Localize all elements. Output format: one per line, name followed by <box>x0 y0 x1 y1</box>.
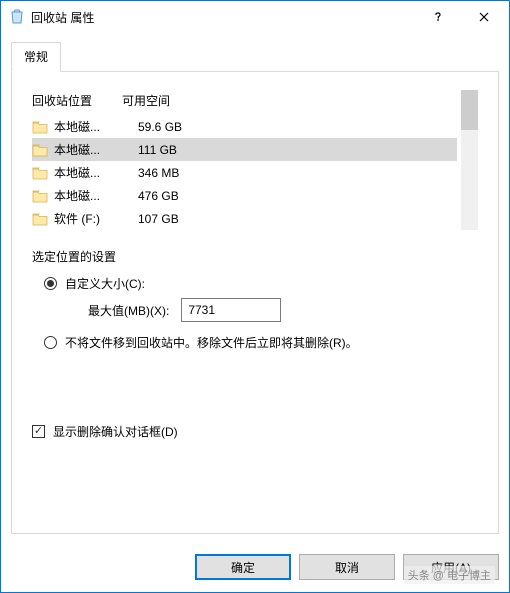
tab-strip: 常规 <box>11 41 499 72</box>
max-size-label: 最大值(MB)(X): <box>88 302 169 319</box>
radio-label: 自定义大小(C): <box>65 275 145 292</box>
drive-location: 本地磁... <box>54 164 138 181</box>
tab-general[interactable]: 常规 <box>11 42 61 72</box>
drive-row[interactable]: 本地磁...59.6 GB <box>32 115 457 138</box>
settings-section-label: 选定位置的设置 <box>32 248 478 265</box>
drive-location: 软件 (F:) <box>54 210 138 227</box>
radio-label: 不将文件移到回收站中。移除文件后立即将其删除(R)。 <box>65 334 358 351</box>
checkbox-confirm-delete[interactable]: 显示删除确认对话框(D) <box>32 423 478 440</box>
window-title: 回收站 属性 <box>31 9 415 26</box>
folder-icon <box>32 120 48 134</box>
folder-icon <box>32 212 48 226</box>
tab-panel-general: 回收站位置 可用空间 本地磁...59.6 GB本地磁...111 GB本地磁.… <box>11 72 499 534</box>
recycle-bin-icon <box>9 9 25 25</box>
drive-space: 59.6 GB <box>138 120 457 134</box>
drive-space: 346 MB <box>138 166 457 180</box>
max-size-row: 最大值(MB)(X): <box>88 298 478 322</box>
checkbox-label: 显示删除确认对话框(D) <box>53 423 178 440</box>
drive-row[interactable]: 本地磁...111 GB <box>32 138 457 161</box>
drive-row[interactable]: 本地磁...476 GB <box>32 184 457 207</box>
titlebar: 回收站 属性 <box>1 1 509 33</box>
header-space[interactable]: 可用空间 <box>122 92 457 109</box>
dialog-content: 常规 回收站位置 可用空间 本地磁...59.6 GB本地磁...111 GB本… <box>1 33 509 544</box>
drive-space: 111 GB <box>138 143 457 157</box>
cancel-button[interactable]: 取消 <box>299 554 395 580</box>
drive-location: 本地磁... <box>54 187 138 204</box>
drive-list-area: 回收站位置 可用空间 本地磁...59.6 GB本地磁...111 GB本地磁.… <box>32 90 478 230</box>
watermark: 头条 @ 电子博主 <box>404 566 495 584</box>
folder-icon <box>32 166 48 180</box>
drive-list-header: 回收站位置 可用空间 <box>32 90 457 115</box>
radio-custom-size[interactable]: 自定义大小(C): <box>44 275 478 292</box>
header-location[interactable]: 回收站位置 <box>32 92 122 109</box>
help-button[interactable] <box>415 1 461 33</box>
max-size-input[interactable] <box>181 298 281 322</box>
ok-button[interactable]: 确定 <box>195 554 291 580</box>
radio-icon <box>44 336 57 349</box>
settings-group: 自定义大小(C): 最大值(MB)(X): 不将文件移到回收站中。移除文件后立即… <box>32 275 478 357</box>
scrollbar-thumb[interactable] <box>461 90 478 130</box>
folder-icon <box>32 189 48 203</box>
close-button[interactable] <box>461 1 507 33</box>
checkbox-icon <box>32 425 45 438</box>
drive-row[interactable]: 本地磁...346 MB <box>32 161 457 184</box>
drive-location: 本地磁... <box>54 118 138 135</box>
drive-list[interactable]: 回收站位置 可用空间 本地磁...59.6 GB本地磁...111 GB本地磁.… <box>32 90 457 230</box>
folder-icon <box>32 143 48 157</box>
scrollbar[interactable] <box>461 90 478 230</box>
drive-row[interactable]: 软件 (F:)107 GB <box>32 207 457 230</box>
radio-icon <box>44 277 57 290</box>
drive-space: 107 GB <box>138 212 457 226</box>
properties-dialog: 回收站 属性 常规 回收站位置 可用空间 本地磁...59.6 GB本地磁...… <box>0 0 510 593</box>
radio-no-recycle[interactable]: 不将文件移到回收站中。移除文件后立即将其删除(R)。 <box>44 334 478 351</box>
drive-location: 本地磁... <box>54 141 138 158</box>
drive-space: 476 GB <box>138 189 457 203</box>
